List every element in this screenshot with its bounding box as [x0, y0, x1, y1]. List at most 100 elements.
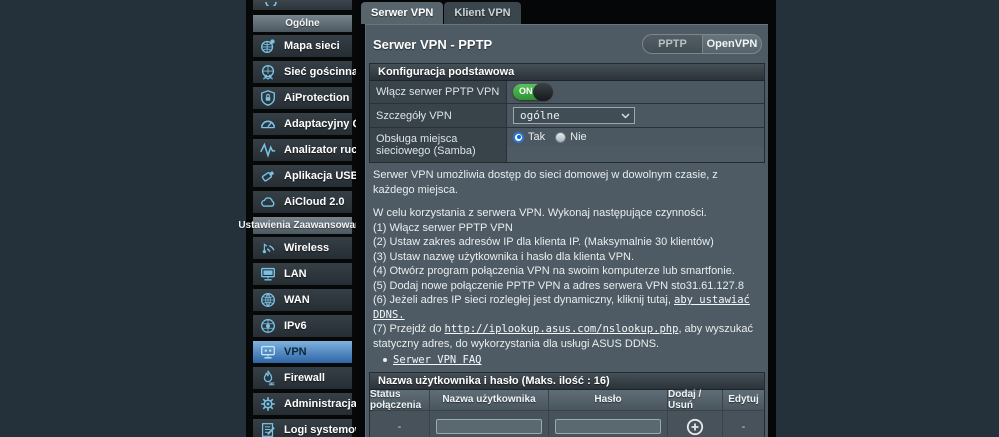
radio-unchecked-icon[interactable] — [555, 132, 566, 143]
sidebar-item-system-log[interactable]: Logi systemowe — [253, 419, 352, 437]
sidebar-item-guest-network[interactable]: Sieć gościnna — [253, 61, 352, 83]
openvpn-button[interactable]: OpenVPN — [702, 34, 762, 54]
step-2: (2) Ustaw zakres adresów IP dla klienta … — [373, 235, 762, 250]
description-intro: Serwer VPN umożliwia dostęp do sieci dom… — [373, 168, 762, 197]
bullet-icon — [383, 358, 387, 362]
protocol-switch: PPTP OpenVPN — [642, 34, 762, 54]
system-log-icon — [259, 421, 277, 437]
basic-config-header: Konfiguracja podstawowa — [370, 64, 764, 81]
column-password: Hasło — [549, 390, 668, 410]
sidebar-item-label: AiCloud 2.0 — [284, 196, 345, 208]
add-user-button[interactable] — [686, 418, 704, 436]
samba-row: Obsługa miejsca sieciowego (Samba) Tak N… — [370, 128, 764, 162]
sidebar: Ogólne Mapa sieci Sieć gościnna AiProtec… — [246, 0, 356, 437]
wireless-icon — [259, 239, 277, 257]
step-6-text: (6) Jeżeli adres IP sieci rozległej jest… — [373, 294, 674, 306]
sidebar-section-advanced: Ustawienia Zaawansowane — [253, 217, 352, 234]
shield-lock-icon — [259, 89, 277, 107]
vpn-monitor-icon — [259, 343, 277, 361]
vpn-description: Serwer VPN umożliwia dostęp do sieci dom… — [366, 163, 768, 372]
step-1: (1) Włącz serwer PPTP VPN — [373, 221, 762, 236]
lan-monitor-icon — [259, 265, 277, 283]
sidebar-item-label: WAN — [284, 294, 310, 306]
sidebar-item-lan[interactable]: LAN — [253, 263, 352, 285]
sidebar-item-label: Wireless — [284, 242, 329, 254]
firewall-flame-icon — [259, 369, 277, 387]
edit-value: - — [723, 411, 764, 437]
ipv6-globe-icon — [259, 317, 277, 335]
partial-icon — [262, 0, 280, 6]
chevron-down-icon — [621, 113, 630, 119]
main-content-area: Serwer VPN Klient VPN Serwer VPN - PPTP … — [356, 0, 776, 437]
connection-status-value: - — [370, 411, 430, 437]
sidebar-item-usb-application[interactable]: Aplikacja USB — [253, 165, 352, 187]
cloud-icon — [259, 193, 277, 211]
vpn-details-selected-value: ogólne — [520, 109, 560, 122]
enable-pptp-toggle[interactable]: ON — [513, 84, 552, 100]
samba-label: Obsługa miejsca sieciowego (Samba) — [370, 128, 507, 162]
wan-globe-icon — [259, 291, 277, 309]
toggle-knob[interactable] — [533, 83, 553, 101]
vpn-details-select[interactable]: ogólne — [513, 107, 635, 124]
gear-icon — [259, 395, 277, 413]
samba-no-option[interactable]: Nie — [555, 131, 587, 143]
gauge-icon — [259, 115, 277, 133]
usb-icon — [259, 167, 277, 185]
step-6: (6) Jeżeli adres IP sieci rozległej jest… — [373, 293, 762, 322]
step-3: (3) Ustaw nazwę użytkownika i hasło dla … — [373, 250, 762, 265]
table-column-headers: Status połączenia Nazwa użytkownika Hasł… — [370, 390, 764, 411]
step-7: (7) Przejdź do http://iplookup.asus.com/… — [373, 322, 762, 351]
page-title: Serwer VPN - PPTP — [373, 37, 492, 52]
iplookup-link[interactable]: http://iplookup.asus.com/nslookup.php — [445, 323, 679, 335]
vpn-faq-link[interactable]: Serwer VPN FAQ — [393, 353, 482, 368]
enable-pptp-row: Włącz serwer PPTP VPN ON — [370, 81, 764, 104]
sidebar-item-label: AiProtection — [284, 92, 349, 104]
column-edit: Edytuj — [723, 390, 764, 410]
table-row: - - — [370, 411, 764, 437]
sidebar-item-wan[interactable]: WAN — [253, 289, 352, 311]
user-password-header: Nazwa użytkownika i hasło (Maks. ilość :… — [370, 373, 764, 390]
tab-vpn-client[interactable]: Klient VPN — [444, 2, 520, 24]
vpn-details-label: Szczegóły VPN — [370, 104, 507, 127]
sidebar-item-label: Administracja — [284, 398, 357, 410]
sidebar-item-partial-top[interactable] — [253, 0, 352, 10]
sidebar-item-aiprotection[interactable]: AiProtection — [253, 87, 352, 109]
vpn-tabs: Serwer VPN Klient VPN — [361, 2, 521, 24]
step-7-text: (7) Przejdź do — [373, 323, 445, 335]
radio-checked-icon[interactable] — [513, 132, 524, 143]
samba-yes-label: Tak — [528, 131, 545, 143]
enable-pptp-label: Włącz serwer PPTP VPN — [370, 81, 507, 103]
content-panel: Serwer VPN - PPTP PPTP OpenVPN Konfigura… — [365, 24, 768, 437]
column-username: Nazwa użytkownika — [430, 390, 549, 410]
sidebar-item-aicloud[interactable]: AiCloud 2.0 — [253, 191, 352, 213]
sidebar-item-wireless[interactable]: Wireless — [253, 237, 352, 259]
sidebar-item-traffic-analyzer[interactable]: Analizator ruchu — [253, 139, 352, 161]
sidebar-item-vpn[interactable]: VPN — [253, 341, 352, 363]
sidebar-item-label: IPv6 — [284, 320, 307, 332]
step-4: (4) Otwórz program połączenia VPN na swo… — [373, 264, 762, 279]
sidebar-item-network-map[interactable]: Mapa sieci — [253, 35, 352, 57]
traffic-pulse-icon — [259, 141, 277, 159]
tab-vpn-server[interactable]: Serwer VPN — [361, 2, 443, 24]
samba-no-label: Nie — [570, 131, 587, 143]
plus-circle-icon — [686, 418, 704, 436]
column-connection-status: Status połączenia — [370, 390, 430, 410]
sidebar-item-firewall[interactable]: Firewall — [253, 367, 352, 389]
sidebar-item-adaptive-qos[interactable]: Adaptacyjny QoS — [253, 113, 352, 135]
guest-network-icon — [259, 63, 277, 81]
sidebar-item-label: LAN — [284, 268, 307, 280]
user-password-section: Nazwa użytkownika i hasło (Maks. ilość :… — [369, 372, 765, 437]
sidebar-item-ipv6[interactable]: IPv6 — [253, 315, 352, 337]
sidebar-section-general: Ogólne — [253, 15, 352, 32]
sidebar-item-administration[interactable]: Administracja — [253, 393, 352, 415]
sidebar-item-label: Aplikacja USB — [284, 170, 359, 182]
vpn-details-row: Szczegóły VPN ogólne — [370, 104, 764, 128]
pptp-button[interactable]: PPTP — [642, 34, 702, 54]
samba-yes-option[interactable]: Tak — [513, 131, 545, 143]
sidebar-item-label: Mapa sieci — [284, 40, 340, 52]
sidebar-item-label: VPN — [284, 346, 307, 358]
password-input[interactable] — [555, 419, 661, 434]
username-input[interactable] — [436, 419, 542, 434]
sidebar-item-label: Firewall — [284, 372, 325, 384]
basic-config-section: Konfiguracja podstawowa Włącz serwer PPT… — [369, 63, 765, 163]
